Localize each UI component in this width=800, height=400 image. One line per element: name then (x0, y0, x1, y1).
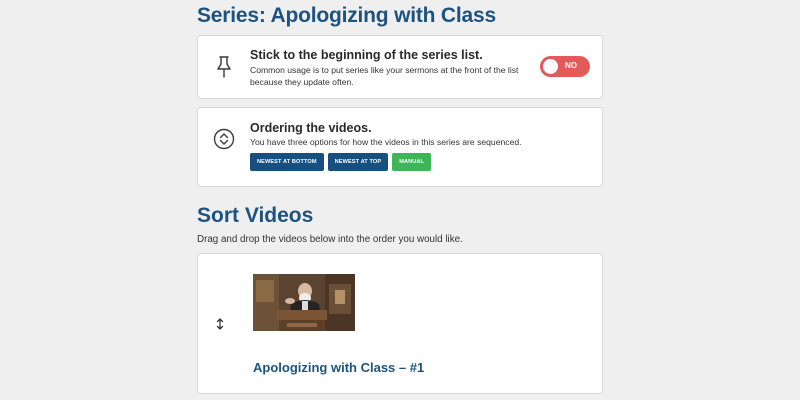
sermon-speaker-thumbnail (253, 274, 355, 331)
ordering-heading: Ordering the videos. (250, 121, 372, 135)
pin-icon (217, 56, 231, 78)
newest-at-top-button[interactable]: NEWEST AT TOP (327, 153, 389, 171)
toggle-state-label: NO (565, 61, 577, 70)
video-title-link[interactable]: Apologizing with Class – #1 (253, 360, 424, 375)
newest-at-bottom-button[interactable]: NEWEST AT BOTTOM (250, 153, 324, 171)
manual-button[interactable]: MANUAL (392, 153, 432, 171)
video-list-item[interactable]: Apologizing with Class – #1 (197, 253, 603, 394)
stick-to-beginning-card: Stick to the beginning of the series lis… (197, 35, 603, 99)
sort-videos-title: Sort Videos (197, 204, 314, 227)
ordering-description: You have three options for how the video… (250, 137, 522, 147)
video-thumbnail[interactable] (253, 274, 355, 331)
drag-vertical-arrows-icon[interactable] (216, 318, 224, 330)
toggle-knob (543, 59, 558, 74)
ordering-options: NEWEST AT BOTTOM NEWEST AT TOP MANUAL (250, 153, 432, 171)
stick-setting-heading: Stick to the beginning of the series lis… (250, 48, 483, 62)
stick-setting-description: Common usage is to put series like your … (250, 65, 519, 87)
sort-videos-description: Drag and drop the videos below into the … (197, 234, 463, 245)
page-title: Series: Apologizing with Class (197, 4, 496, 27)
stick-toggle-switch[interactable]: NO (540, 56, 590, 77)
sort-arrows-icon (213, 128, 235, 150)
ordering-videos-card: Ordering the videos. You have three opti… (197, 107, 603, 187)
